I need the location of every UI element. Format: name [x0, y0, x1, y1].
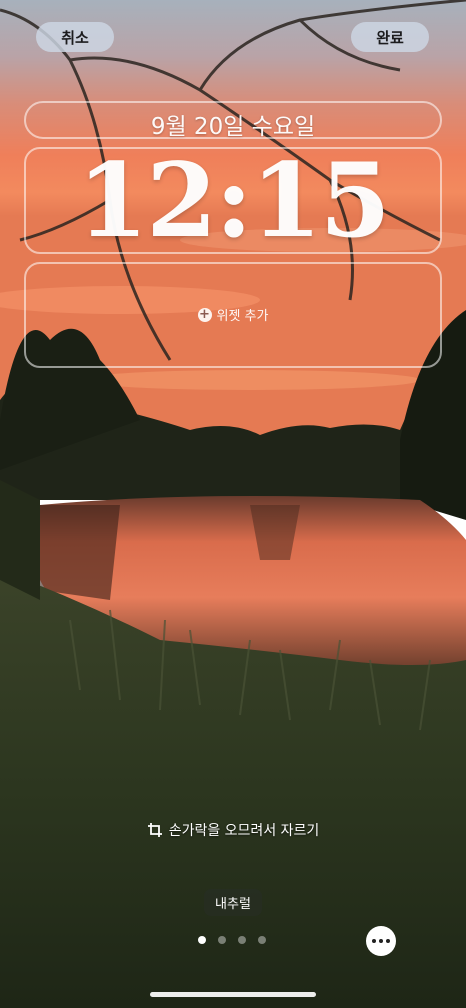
page-dot[interactable] [258, 936, 266, 944]
date-widget-area[interactable]: 9월 20일 수요일 [24, 101, 442, 140]
plus-circle-icon: + [197, 306, 212, 322]
done-button[interactable]: 완료 [351, 22, 429, 52]
clock-time: 12:15 [77, 141, 391, 261]
date-label: 9월 20일 수요일 [150, 114, 316, 140]
more-icon [372, 939, 390, 943]
page-indicator[interactable] [198, 936, 266, 944]
home-indicator[interactable] [150, 992, 316, 997]
add-widget-label: 위젯 추가 [216, 309, 269, 324]
filter-name-label: 내추럴 [204, 889, 262, 916]
page-dot[interactable] [238, 936, 246, 944]
clock-area[interactable]: 12:15 [24, 141, 442, 261]
cancel-button[interactable]: 취소 [36, 22, 114, 52]
add-widget-button[interactable]: + 위젯 추가 [26, 305, 440, 324]
more-button[interactable] [366, 926, 396, 956]
crop-hint-label: 손가락을 오므려서 자르기 [168, 823, 320, 839]
page-dot[interactable] [198, 936, 206, 944]
crop-icon [147, 823, 162, 837]
widget-area[interactable]: + 위젯 추가 [24, 262, 442, 368]
crop-hint: 손가락을 오므려서 자르기 [0, 820, 466, 840]
page-dot[interactable] [218, 936, 226, 944]
